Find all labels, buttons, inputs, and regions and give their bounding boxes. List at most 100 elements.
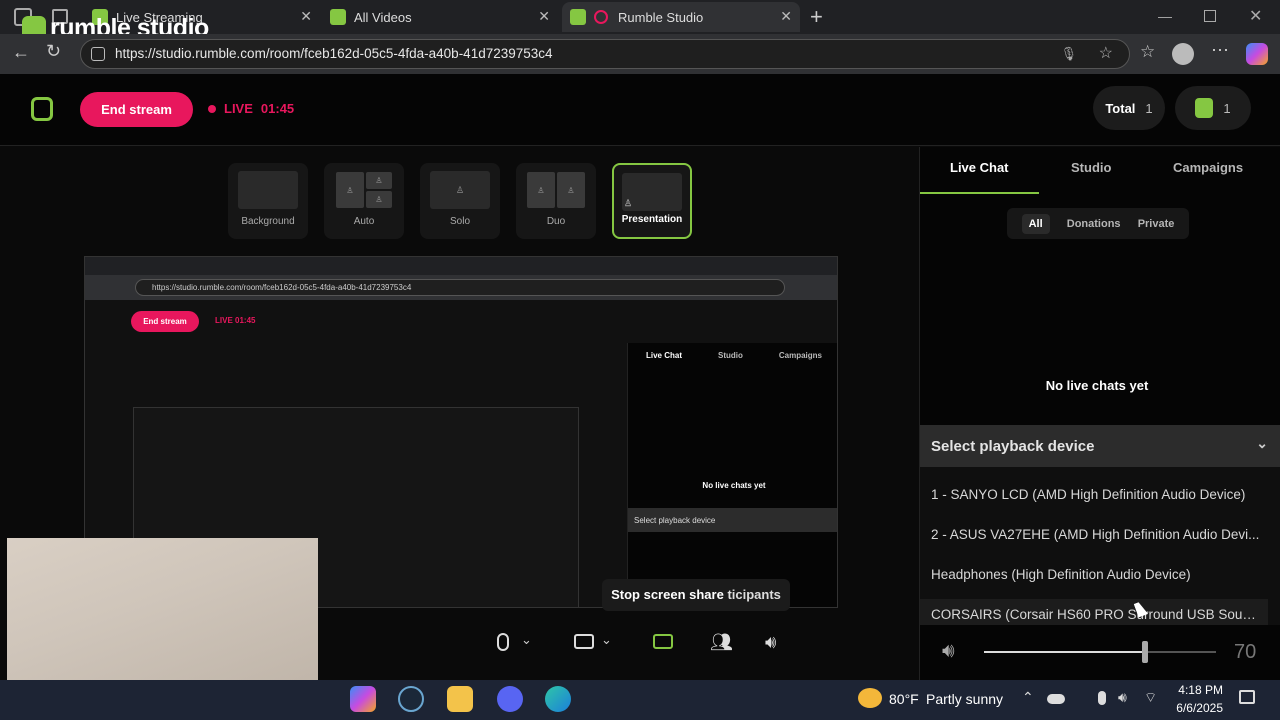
preview-addressbar: https://studio.rumble.com/room/fceb162d-… <box>85 275 837 300</box>
refresh-icon[interactable]: ↻ <box>46 41 61 62</box>
rumble-logo-icon[interactable] <box>31 97 53 121</box>
volume-slider-track[interactable] <box>984 651 1216 653</box>
tab-studio[interactable]: Studio <box>1071 160 1111 175</box>
back-icon[interactable]: ← <box>12 42 30 63</box>
device-option[interactable]: 2 - ASUS VA27EHE (AMD High Definition Au… <box>931 527 1271 542</box>
layout-background[interactable]: Background <box>228 163 308 239</box>
device-option[interactable]: 1 - SANYO LCD (AMD High Definition Audio… <box>931 487 1271 502</box>
live-timer: 01:45 <box>260 101 295 116</box>
close-window-icon[interactable]: ✕ <box>1249 6 1262 26</box>
tab-title: Rumble Studio <box>618 9 704 25</box>
restore-icon[interactable] <box>1204 10 1216 22</box>
preview-playback: Select playback device <box>628 508 837 532</box>
playback-device-select[interactable]: Select playback device ⌄ <box>920 425 1280 467</box>
file-explorer-icon[interactable] <box>447 686 473 712</box>
browser-toolbar: ← ↻ https://studio.rumble.com/room/fceb1… <box>0 34 1280 74</box>
profile-avatar[interactable] <box>1172 43 1194 65</box>
device-option[interactable]: Headphones (High Definition Audio Device… <box>931 567 1271 582</box>
live-dot-icon <box>208 104 216 113</box>
favorites-icon[interactable]: ☆ <box>1140 42 1155 62</box>
layout-thumbnail: ♙ ♙ <box>526 171 586 209</box>
camera-off-icon[interactable] <box>574 634 594 649</box>
tab-live-chat[interactable]: Live Chat <box>950 160 1009 175</box>
clock-time[interactable]: 4:18 PM <box>1173 683 1223 697</box>
rumble-favicon <box>570 9 586 25</box>
tab-rumble-studio[interactable]: Rumble Studio ✕ <box>562 2 800 32</box>
preview-chat-tabs: Live Chat Studio Campaigns <box>645 351 822 360</box>
filter-donations[interactable]: Donations <box>1067 218 1121 230</box>
chevron-down-icon: ⌄ <box>1256 435 1268 451</box>
control-bar <box>318 608 919 680</box>
onedrive-icon <box>1047 694 1065 704</box>
device-option[interactable]: CORSAIRS (Corsair HS60 PRO Surround USB … <box>920 599 1268 625</box>
clock-date[interactable]: 6/6/2025 <box>1168 701 1223 715</box>
more-menu-icon[interactable]: ⋯ <box>1211 40 1229 61</box>
playback-device-list: 1 - SANYO LCD (AMD High Definition Audio… <box>920 467 1280 625</box>
url-text: https://studio.rumble.com/room/fceb162d-… <box>115 46 553 61</box>
layout-thumbnail: ♙ ♙ ♙ <box>334 171 394 209</box>
favorite-star-icon[interactable]: ☆ <box>1099 40 1113 68</box>
rumble-viewer-count: 1 <box>1223 100 1231 116</box>
microphone-icon[interactable] <box>497 633 509 651</box>
chat-filter: All Donations Private <box>1007 208 1189 239</box>
live-indicator: LIVE 01:45 <box>208 101 294 116</box>
close-tab-icon[interactable]: ✕ <box>300 8 312 25</box>
rumble-favicon <box>330 9 346 25</box>
edge-icon[interactable] <box>545 686 571 712</box>
tab-campaigns[interactable]: Campaigns <box>1173 160 1243 175</box>
discord-icon[interactable] <box>497 686 523 712</box>
total-viewers-pill[interactable]: Total 1 <box>1093 86 1165 130</box>
minimize-icon[interactable]: — <box>1158 8 1172 24</box>
rumble-viewers-pill[interactable]: 1 <box>1175 86 1251 130</box>
mic-icon[interactable]: 🎙 <box>1060 40 1077 68</box>
preview-tabbar <box>85 257 837 275</box>
stop-screen-share-tooltip: Stop screen share ticipants <box>602 579 790 611</box>
weather-text: Partly sunny <box>926 691 1004 707</box>
show-hidden-icons[interactable]: ⌃ <box>1022 689 1034 706</box>
notifications-icon[interactable] <box>1239 690 1255 704</box>
new-tab-icon[interactable]: + <box>810 4 823 30</box>
chevron-down-icon[interactable]: ⌄ <box>601 632 612 648</box>
copilot-icon[interactable] <box>1246 43 1268 65</box>
tab-title: All Videos <box>354 9 412 25</box>
live-label: LIVE <box>224 101 253 116</box>
close-tab-icon[interactable]: ✕ <box>538 8 550 25</box>
preview-end-stream: End stream <box>131 311 199 332</box>
participants-icon[interactable]: 👥︎ <box>710 632 733 653</box>
layout-label: Background <box>241 216 295 227</box>
copilot-icon[interactable] <box>350 686 376 712</box>
layout-duo[interactable]: ♙ ♙ Duo <box>516 163 596 239</box>
recording-icon <box>594 10 608 24</box>
layout-thumbnail: ♙ <box>430 171 490 209</box>
mic-tray-icon <box>1098 691 1106 705</box>
wifi-icon: ⌔ <box>1144 689 1158 705</box>
weather-icon <box>858 688 882 708</box>
layout-label: Duo <box>546 216 566 227</box>
preview-url: https://studio.rumble.com/room/fceb162d-… <box>135 279 785 296</box>
layout-solo[interactable]: ♙ Solo <box>420 163 500 239</box>
windows-taskbar <box>0 680 1280 720</box>
screen-share-icon[interactable] <box>653 634 673 649</box>
preview-live: LIVE 01:45 <box>215 316 256 325</box>
tab-all-videos[interactable]: All Videos ✕ <box>322 2 558 32</box>
layout-thumbnail <box>238 171 298 209</box>
playback-title: Select playback device <box>931 438 1095 455</box>
empty-chat-text: No live chats yet <box>1045 378 1149 393</box>
audio-icon[interactable]: 🔊︎ <box>765 632 776 653</box>
steam-icon[interactable] <box>398 686 424 712</box>
layout-label: Auto <box>353 216 375 227</box>
speaker-icon[interactable]: 🔊︎ <box>942 640 955 663</box>
filter-all[interactable]: All <box>1021 213 1050 234</box>
total-count: 1 <box>1145 100 1153 116</box>
site-info-icon[interactable] <box>91 47 105 61</box>
filter-private[interactable]: Private <box>1138 218 1175 230</box>
close-tab-icon[interactable]: ✕ <box>780 8 792 25</box>
preview-chat-panel: Live Chat Studio Campaigns No live chats y… <box>627 343 837 607</box>
address-bar[interactable]: https://studio.rumble.com/room/fceb162d-… <box>80 39 1130 69</box>
end-stream-button[interactable]: End stream <box>80 92 193 127</box>
volume-slider-thumb[interactable] <box>1142 641 1148 663</box>
chevron-down-icon[interactable]: ⌄ <box>521 632 532 648</box>
layout-presentation[interactable]: ♙ Presentation <box>612 163 692 239</box>
layout-auto[interactable]: ♙ ♙ ♙ Auto <box>324 163 404 239</box>
layout-label: Solo <box>449 216 470 227</box>
